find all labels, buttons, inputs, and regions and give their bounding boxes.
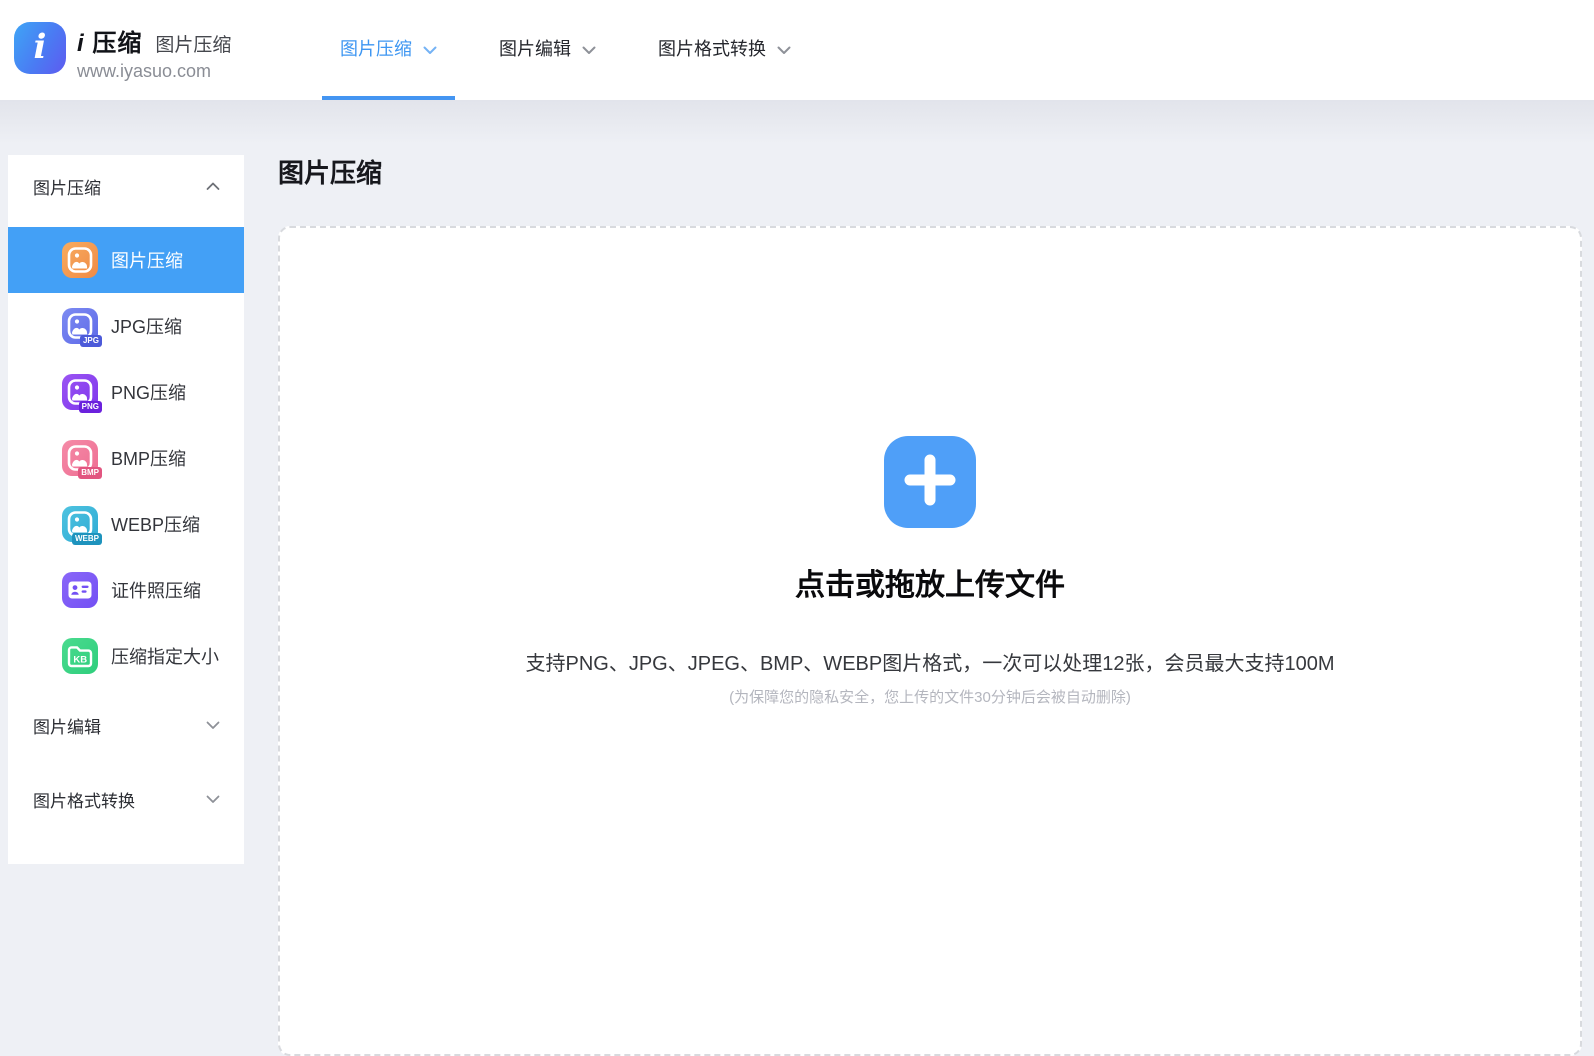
brand-subtitle: 图片压缩 [155, 30, 231, 57]
sidebar-item-jpg-compress[interactable]: JPG JPG压缩 [8, 293, 244, 359]
chevron-up-icon [206, 176, 220, 196]
size-specific-compress-icon: KB [62, 638, 98, 674]
sidebar-section-image-edit[interactable]: 图片编辑 [8, 695, 244, 755]
nav-tab-image-compress[interactable]: 图片压缩 [322, 0, 455, 100]
svg-text:KB: KB [73, 654, 87, 665]
sidebar-item-image-compress[interactable]: 图片压缩 [8, 227, 244, 293]
format-badge: BMP [78, 467, 102, 479]
format-badge: PNG [79, 401, 102, 413]
upload-support-text: 支持PNG、JPG、JPEG、BMP、WEBP图片格式，一次可以处理12张，会员… [526, 650, 1335, 678]
sidebar-section-label: 图片格式转换 [33, 787, 135, 812]
sidebar-section-format-convert[interactable]: 图片格式转换 [8, 769, 244, 829]
brand-url: www.iyasuo.com [77, 61, 231, 82]
chevron-down-icon [777, 39, 791, 60]
nav-tab-label: 图片编辑 [499, 35, 571, 61]
format-badge: WEBP [72, 533, 102, 545]
brand-logo-icon: i [14, 22, 66, 74]
chevron-down-icon [423, 39, 437, 60]
bmp-compress-icon: BMP [62, 440, 98, 476]
png-compress-icon: PNG [62, 374, 98, 410]
webp-compress-icon: WEBP [62, 506, 98, 542]
sidebar-item-label: BMP压缩 [111, 445, 186, 471]
sidebar-section-label: 图片编辑 [33, 713, 101, 738]
sidebar-item-size-specific-compress[interactable]: KB 压缩指定大小 [8, 623, 244, 689]
sidebar-item-webp-compress[interactable]: WEBP WEBP压缩 [8, 491, 244, 557]
nav-tab-label: 图片格式转换 [658, 35, 766, 61]
logo[interactable]: i i 压缩 图片压缩 www.iyasuo.com [14, 22, 231, 82]
logo-text: i 压缩 图片压缩 www.iyasuo.com [77, 22, 231, 82]
upload-dropzone[interactable]: 点击或拖放上传文件 支持PNG、JPG、JPEG、BMP、WEBP图片格式，一次… [278, 226, 1582, 1056]
sidebar-item-bmp-compress[interactable]: BMP BMP压缩 [8, 425, 244, 491]
plus-icon [904, 454, 956, 511]
jpg-compress-icon: JPG [62, 308, 98, 344]
chevron-down-icon [206, 715, 220, 735]
main-nav: 图片压缩 图片编辑 图片格式转换 [322, 0, 835, 100]
sidebar-items: 图片压缩 JPG JPG压缩 PNG PNG压缩 BMP BMP压缩 WEBP WEBP压缩证件… [8, 227, 244, 689]
format-badge: JPG [80, 335, 102, 347]
header-shadow [0, 100, 1594, 144]
upload-heading: 点击或拖放上传文件 [795, 564, 1065, 608]
chevron-down-icon [582, 39, 596, 60]
upload-privacy-note: (为保障您的隐私安全，您上传的文件30分钟后会被自动删除) [729, 686, 1131, 710]
brand-name: i 压缩 [77, 23, 142, 58]
nav-tab-format-convert[interactable]: 图片格式转换 [640, 0, 809, 100]
nav-tab-label: 图片压缩 [340, 35, 412, 61]
nav-tab-image-edit[interactable]: 图片编辑 [481, 0, 614, 100]
sidebar-item-label: WEBP压缩 [111, 511, 200, 537]
sidebar-item-png-compress[interactable]: PNG PNG压缩 [8, 359, 244, 425]
upload-plus-button[interactable] [884, 436, 976, 528]
sidebar-item-label: 证件照压缩 [111, 577, 201, 603]
sidebar-item-label: PNG压缩 [111, 379, 186, 405]
chevron-down-icon [206, 789, 220, 809]
sidebar: 图片压缩 图片压缩JPGJPG压缩PNGPNG压缩BMPBMP压缩WEBPWEB… [8, 155, 244, 864]
image-compress-icon [62, 242, 98, 278]
header: i i 压缩 图片压缩 www.iyasuo.com 图片压缩 图片编辑 图片格… [0, 0, 1594, 100]
page-title: 图片压缩 [278, 153, 382, 190]
id-photo-compress-icon [62, 572, 98, 608]
sidebar-item-label: 压缩指定大小 [111, 643, 219, 669]
sidebar-section-image-compress[interactable]: 图片压缩 [8, 155, 244, 217]
sidebar-item-label: JPG压缩 [111, 313, 182, 339]
sidebar-section-label: 图片压缩 [33, 174, 101, 199]
sidebar-item-id-photo-compress[interactable]: 证件照压缩 [8, 557, 244, 623]
sidebar-item-label: 图片压缩 [111, 247, 183, 273]
